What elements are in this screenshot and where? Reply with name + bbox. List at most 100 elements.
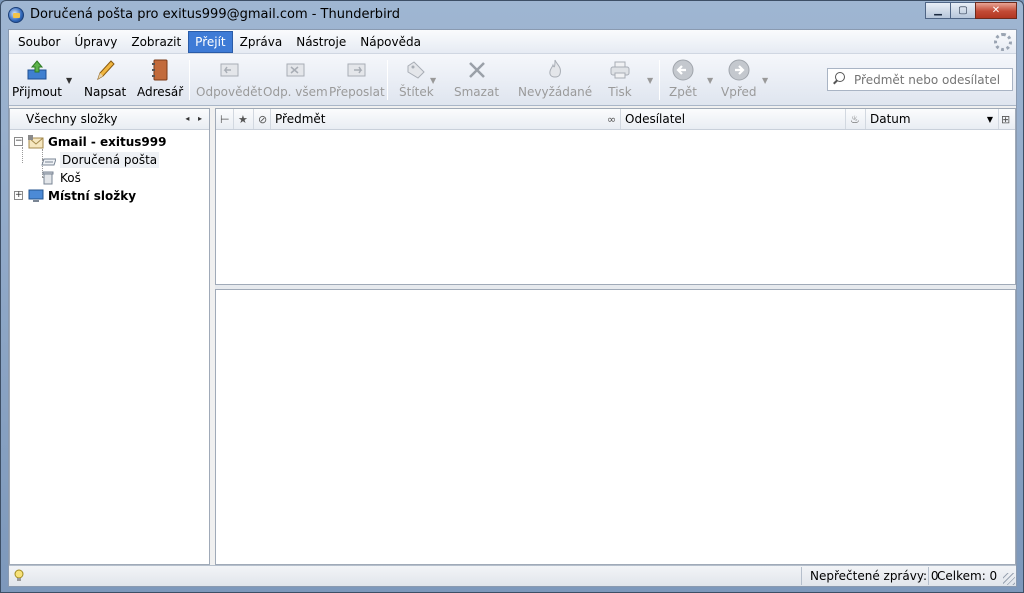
print-label: Tisk: [608, 85, 632, 99]
thread-column-headers: ⊢ ★ ⊘ Předmět ∞ Odesílatel ♨ Datum ▼ ⊞: [216, 109, 1015, 130]
status-bar: Nepřečtené zprávy: 0 Celkem: 0: [9, 565, 1016, 586]
title-bar[interactable]: Doručená pošta pro exitus999@gmail.com -…: [1, 1, 1023, 29]
quick-search-box[interactable]: [827, 68, 1013, 91]
forward-nav-dropdown-icon[interactable]: ▼: [762, 76, 768, 85]
menu-bar: Soubor Úpravy Zobrazit Přejít Zpráva Nás…: [9, 30, 1016, 54]
back-button[interactable]: Zpět: [669, 57, 697, 103]
back-arrow-icon: [670, 57, 696, 83]
toolbar-separator: [659, 60, 660, 100]
unread-count: Nepřečtené zprávy: 0: [801, 567, 939, 585]
menu-upravy[interactable]: Úpravy: [67, 31, 124, 53]
tree-local-folders[interactable]: + Místní složky: [12, 187, 136, 205]
star-icon: ★: [238, 112, 248, 126]
search-icon[interactable]: [828, 69, 854, 90]
column-subject-label: Předmět: [275, 112, 326, 126]
collapse-icon[interactable]: −: [14, 137, 23, 146]
column-sender-label: Odesílatel: [625, 112, 686, 126]
column-picker-icon: ⊞: [1001, 112, 1011, 126]
printer-icon: [607, 57, 633, 83]
menu-napoveda[interactable]: Nápověda: [353, 31, 428, 53]
expand-icon[interactable]: +: [14, 191, 23, 200]
window-controls: ▁ ▢ ✕: [925, 2, 1017, 19]
close-icon: ✕: [991, 5, 1001, 16]
forward-icon: [344, 57, 370, 83]
reply-all-label: Odp. všem: [263, 85, 328, 99]
address-book-label: Adresář: [137, 85, 184, 99]
tree-folder-inbox[interactable]: Doručená pošta: [40, 151, 160, 169]
column-date-label: Datum: [870, 112, 911, 126]
thunderbird-app-icon[interactable]: [8, 7, 24, 23]
message-preview-pane: [215, 289, 1016, 565]
back-label: Zpět: [669, 85, 697, 99]
get-mail-dropdown-icon[interactable]: ▼: [66, 76, 72, 85]
print-dropdown-icon[interactable]: ▼: [647, 76, 653, 85]
trash-label: Koš: [60, 171, 81, 185]
menu-zobrazit[interactable]: Zobrazit: [124, 31, 188, 53]
minimize-button[interactable]: ▁: [925, 2, 951, 19]
column-sender[interactable]: Odesílatel: [621, 109, 846, 129]
activity-throbber-icon: [994, 33, 1012, 51]
forward-arrow-icon: [726, 57, 752, 83]
folder-pane: Všechny složky ◂ ▸ − Gmail - exitus999 D…: [9, 108, 210, 565]
address-book-button[interactable]: Adresář: [137, 57, 183, 103]
get-mail-button[interactable]: Přijmout: [12, 57, 62, 103]
window-title: Doručená pošta pro exitus999@gmail.com -…: [30, 7, 401, 22]
tag-label: Štítek: [399, 85, 434, 99]
reply-icon: [216, 57, 242, 83]
reply-button[interactable]: Odpovědět: [196, 57, 262, 103]
tag-dropdown-icon[interactable]: ▼: [430, 76, 436, 85]
column-star[interactable]: ★: [234, 109, 254, 129]
column-date[interactable]: Datum ▼: [866, 109, 999, 129]
reply-all-button[interactable]: Odp. všem: [263, 57, 328, 103]
junk-button[interactable]: Nevyžádané: [518, 57, 592, 103]
toolbar-separator: [387, 60, 388, 100]
write-button[interactable]: Napsat: [84, 57, 126, 103]
write-label: Napsat: [84, 85, 127, 99]
lightbulb-icon[interactable]: [13, 569, 25, 583]
get-mail-icon: [24, 57, 50, 83]
column-thread[interactable]: ⊢: [216, 109, 234, 129]
forward-nav-label: Vpřed: [721, 85, 757, 99]
maximize-icon: ▢: [958, 5, 968, 16]
tree-account-gmail[interactable]: − Gmail - exitus999: [12, 133, 166, 151]
local-folders-label: Místní složky: [48, 189, 137, 203]
menu-prejit[interactable]: Přejít: [188, 30, 233, 53]
column-read-status[interactable]: ∞: [603, 109, 621, 129]
folder-view-header[interactable]: Všechny složky ◂ ▸: [10, 109, 209, 130]
folder-view-switch-arrows-icon[interactable]: ◂ ▸: [185, 114, 205, 123]
maximize-button[interactable]: ▢: [950, 2, 976, 19]
pencil-icon: [92, 57, 118, 83]
reply-all-icon: [282, 57, 308, 83]
tree-folder-trash[interactable]: Koš: [40, 169, 81, 187]
thread-pane: ⊢ ★ ⊘ Předmět ∞ Odesílatel ♨ Datum ▼ ⊞: [215, 108, 1016, 285]
delete-button[interactable]: Smazat: [454, 57, 499, 103]
reply-label: Odpovědět: [196, 85, 263, 99]
client-area: Soubor Úpravy Zobrazit Přejít Zpráva Nás…: [8, 29, 1017, 587]
read-status-icon: ∞: [607, 112, 617, 126]
account-name: Gmail - exitus999: [48, 135, 167, 149]
forward-nav-button[interactable]: Vpřed: [721, 57, 757, 103]
column-picker[interactable]: ⊞: [999, 109, 1015, 129]
address-book-icon: [147, 57, 173, 83]
total-count-label: Celkem: 0: [937, 569, 998, 583]
search-input[interactable]: [854, 72, 1010, 87]
total-count: Celkem: 0: [928, 567, 1002, 585]
forward-label: Přeposlat: [329, 85, 385, 99]
menu-nastroje[interactable]: Nástroje: [289, 31, 353, 53]
minimize-icon: ▁: [934, 5, 942, 16]
menu-soubor[interactable]: Soubor: [11, 31, 67, 53]
junk-label: Nevyžádané: [518, 85, 593, 99]
column-junk[interactable]: ♨: [846, 109, 866, 129]
folder-view-label: Všechny složky: [26, 112, 118, 126]
column-attachment[interactable]: ⊘: [254, 109, 271, 129]
forward-button[interactable]: Přeposlat: [329, 57, 385, 103]
column-subject[interactable]: Předmět: [271, 109, 621, 129]
back-dropdown-icon[interactable]: ▼: [707, 76, 713, 85]
menu-zprava[interactable]: Zpráva: [233, 31, 290, 53]
resize-grip-icon[interactable]: [1003, 573, 1015, 585]
main-toolbar: Přijmout ▼ Napsat Adresář Odpovědět Odp.…: [9, 54, 1016, 106]
tag-button[interactable]: Štítek: [399, 57, 434, 103]
close-button[interactable]: ✕: [975, 2, 1017, 19]
thread-icon: ⊢: [220, 112, 230, 126]
print-button[interactable]: Tisk: [607, 57, 633, 103]
